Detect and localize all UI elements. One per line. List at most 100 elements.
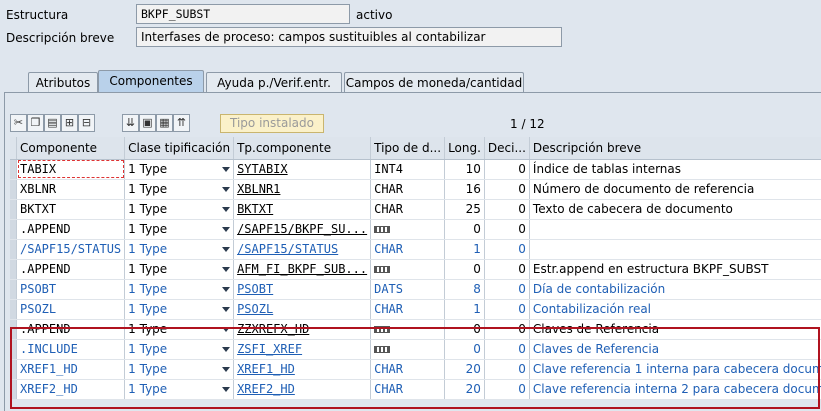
clase-tipificacion-dropdown[interactable]: 1 Type — [124, 219, 235, 240]
tp-componente-link[interactable]: SYTABIX — [233, 159, 372, 180]
chevron-down-icon[interactable] — [222, 326, 231, 332]
tp-componente-link[interactable]: XREF2_HD — [233, 379, 372, 400]
componente-cell[interactable]: PSOZL — [16, 299, 126, 320]
table-row[interactable]: TABIX 1 Type SYTABIX INT4 10 0 Índice de tabla… — [10, 159, 821, 180]
decimales-cell[interactable]: 0 — [484, 319, 530, 340]
clase-tipificacion-dropdown[interactable]: 1 Type — [124, 359, 235, 380]
componente-cell[interactable]: .APPEND — [16, 259, 126, 280]
longitud-cell[interactable]: 10 — [444, 159, 485, 180]
tipo-de-dato-cell[interactable] — [370, 339, 446, 360]
cut-icon[interactable]: ✂ — [10, 114, 27, 132]
longitud-cell[interactable]: 1 — [444, 299, 485, 320]
table-icon[interactable]: ▦ — [156, 114, 173, 132]
tp-componente-link[interactable]: BKTXT — [233, 199, 372, 220]
tab-componentes[interactable]: Componentes — [98, 70, 204, 92]
column-header[interactable]: Deci... — [484, 137, 530, 160]
clase-tipificacion-dropdown[interactable]: 1 Type — [124, 159, 235, 180]
column-header[interactable]: Long. — [444, 137, 485, 160]
descripcion-field[interactable]: Interfases de proceso: campos sustituibl… — [136, 27, 562, 47]
tipo-de-dato-cell[interactable]: CHAR — [370, 359, 446, 380]
chevron-down-icon[interactable] — [222, 266, 231, 272]
clase-tipificacion-dropdown[interactable]: 1 Type — [124, 239, 235, 260]
chevron-down-icon[interactable] — [222, 386, 231, 392]
longitud-cell[interactable]: 0 — [444, 219, 485, 240]
delete-row-icon[interactable]: ⊟ — [78, 114, 95, 132]
tp-componente-link[interactable]: PSOZL — [233, 299, 372, 320]
chevron-down-icon[interactable] — [222, 306, 231, 312]
clase-tipificacion-dropdown[interactable]: 1 Type — [124, 319, 235, 340]
longitud-cell[interactable]: 20 — [444, 379, 485, 400]
chevron-down-icon[interactable] — [222, 166, 231, 172]
chevron-down-icon[interactable] — [222, 346, 231, 352]
table-row[interactable]: .APPEND 1 Type ZZXREFX_HD 0 0 Claves de Refer… — [10, 319, 821, 340]
decimales-cell[interactable]: 0 — [484, 179, 530, 200]
copy-icon[interactable]: ❐ — [27, 114, 44, 132]
longitud-cell[interactable]: 0 — [444, 259, 485, 280]
componente-cell[interactable]: .APPEND — [16, 219, 126, 240]
tipo-de-dato-cell[interactable]: CHAR — [370, 379, 446, 400]
column-header[interactable]: Componente — [16, 137, 126, 160]
table-row[interactable]: /SAPF15/STATUS 1 Type/SAPF15/STATUS CHAR 1 0 — [10, 239, 821, 260]
tp-componente-link[interactable]: /SAPF15/BKPF_SU... — [233, 219, 372, 240]
longitud-cell[interactable]: 16 — [444, 179, 485, 200]
tipo-de-dato-cell[interactable] — [370, 319, 446, 340]
componente-cell[interactable]: TABIX — [16, 159, 126, 180]
decimales-cell[interactable]: 0 — [484, 299, 530, 320]
tipo-instalado-button[interactable]: Tipo instalado — [220, 114, 324, 133]
decimales-cell[interactable]: 0 — [484, 239, 530, 260]
select-icon[interactable]: ▣ — [139, 114, 156, 132]
table-row[interactable]: XREF1_HD 1 Type XREF1_HD CHAR 20 0 Clave refer… — [10, 359, 821, 380]
decimales-cell[interactable]: 0 — [484, 159, 530, 180]
clase-tipificacion-dropdown[interactable]: 1 Type — [124, 199, 235, 220]
tipo-de-dato-cell[interactable]: CHAR — [370, 299, 446, 320]
chevron-down-icon[interactable] — [222, 286, 231, 292]
tipo-de-dato-cell[interactable]: CHAR — [370, 199, 446, 220]
clase-tipificacion-dropdown[interactable]: 1 Type — [124, 179, 235, 200]
chevron-down-icon[interactable] — [222, 186, 231, 192]
paste-icon[interactable]: ▤ — [44, 114, 61, 132]
table-row[interactable]: BKTXT 1 Type BKTXT CHAR 25 0 Texto de cabecera… — [10, 199, 821, 220]
insert-row-icon[interactable]: ⊞ — [61, 114, 78, 132]
tp-componente-link[interactable]: ZSFI_XREF — [233, 339, 372, 360]
longitud-cell[interactable]: 0 — [444, 339, 485, 360]
tipo-de-dato-cell[interactable]: INT4 — [370, 159, 446, 180]
componente-cell[interactable]: PSOBT — [16, 279, 126, 300]
tp-componente-link[interactable]: XREF1_HD — [233, 359, 372, 380]
componente-cell[interactable]: XREF1_HD — [16, 359, 126, 380]
chevron-down-icon[interactable] — [222, 206, 231, 212]
longitud-cell[interactable]: 25 — [444, 199, 485, 220]
decimales-cell[interactable]: 0 — [484, 339, 530, 360]
estructura-field[interactable]: BKPF_SUBST — [136, 4, 350, 24]
tab-campos-moneda[interactable]: Campos de moneda/cantidad — [344, 72, 524, 92]
clase-tipificacion-dropdown[interactable]: 1 Type — [124, 279, 235, 300]
table-row[interactable]: XREF2_HD 1 Type XREF2_HD CHAR 20 0 Clave refer… — [10, 379, 821, 400]
tipo-de-dato-cell[interactable]: CHAR — [370, 179, 446, 200]
chevron-down-icon[interactable] — [222, 366, 231, 372]
componente-cell[interactable]: .INCLUDE — [16, 339, 126, 360]
tp-componente-link[interactable]: ZZXREFX_HD — [233, 319, 372, 340]
table-row[interactable]: .APPEND 1 Type AFM_FI_BKPF_SUB... 0 0 Estr.ap… — [10, 259, 821, 280]
decimales-cell[interactable]: 0 — [484, 219, 530, 240]
longitud-cell[interactable]: 8 — [444, 279, 485, 300]
componente-cell[interactable]: XBLNR — [16, 179, 126, 200]
tipo-de-dato-cell[interactable]: CHAR — [370, 239, 446, 260]
tp-componente-link[interactable]: AFM_FI_BKPF_SUB... — [233, 259, 372, 280]
clase-tipificacion-dropdown[interactable]: 1 Type — [124, 299, 235, 320]
longitud-cell[interactable]: 1 — [444, 239, 485, 260]
clase-tipificacion-dropdown[interactable]: 1 Type — [124, 339, 235, 360]
table-row[interactable]: XBLNR 1 Type XBLNR1 CHAR 16 0 Número de docume… — [10, 179, 821, 200]
column-header[interactable]: Clase tipificación — [124, 137, 235, 160]
move-down-icon[interactable]: ⇊ — [122, 114, 139, 132]
chevron-down-icon[interactable] — [222, 246, 231, 252]
column-header[interactable]: Tipo de d... — [370, 137, 446, 160]
tipo-de-dato-cell[interactable] — [370, 219, 446, 240]
table-row[interactable]: .INCLUDE 1 Type ZSFI_XREF 0 0 Claves de Refer… — [10, 339, 821, 360]
decimales-cell[interactable]: 0 — [484, 379, 530, 400]
tab-atributos[interactable]: Atributos — [28, 72, 98, 92]
tp-componente-link[interactable]: PSOBT — [233, 279, 372, 300]
move-up-icon[interactable]: ⇈ — [173, 114, 190, 132]
chevron-down-icon[interactable] — [222, 226, 231, 232]
componente-cell[interactable]: .APPEND — [16, 319, 126, 340]
longitud-cell[interactable]: 20 — [444, 359, 485, 380]
table-row[interactable]: PSOBT 1 Type PSOBT DATS 8 0 Día de contabiliza… — [10, 279, 821, 300]
